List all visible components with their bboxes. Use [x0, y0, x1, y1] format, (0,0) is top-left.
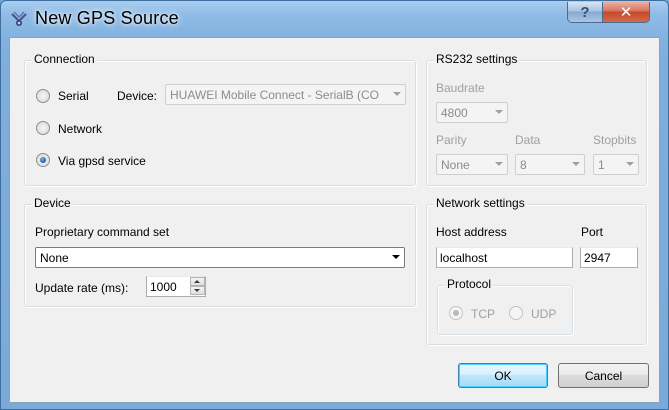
spin-up-icon[interactable]: [190, 277, 205, 286]
chevron-down-icon: [392, 255, 400, 259]
parity-select[interactable]: None: [436, 154, 508, 175]
connection-group-title: Connection: [32, 52, 97, 66]
spin-down-icon[interactable]: [190, 286, 205, 295]
chevron-down-icon: [572, 162, 580, 166]
update-rate-value: 1000: [150, 280, 177, 294]
port-value: 2947: [584, 251, 611, 265]
dialog-window: New GPS Source ? ✕ Connection Serial Dev…: [0, 0, 669, 410]
tcp-radio[interactable]: [449, 306, 463, 320]
serial-radio[interactable]: [36, 89, 50, 103]
device-select-value: HUAWEI Mobile Connect - SerialB (CO: [170, 88, 379, 102]
ok-button-label: OK: [494, 368, 512, 383]
chevron-down-icon: [495, 110, 503, 114]
gpsd-label[interactable]: Via gpsd service: [58, 154, 146, 168]
network-label[interactable]: Network: [58, 122, 102, 136]
baudrate-value: 4800: [441, 106, 468, 120]
chevron-down-icon: [495, 162, 503, 166]
device-group-title: Device: [32, 196, 73, 210]
tcp-label[interactable]: TCP: [471, 307, 495, 321]
close-button[interactable]: ✕: [602, 2, 650, 23]
network-group-title: Network settings: [434, 196, 527, 210]
proprietary-select[interactable]: None: [35, 247, 405, 268]
proprietary-value: None: [40, 251, 69, 265]
port-input[interactable]: 2947: [580, 247, 638, 268]
stopbits-select[interactable]: 1: [593, 154, 639, 175]
serial-label[interactable]: Serial: [58, 89, 89, 103]
update-rate-label: Update rate (ms):: [35, 281, 129, 295]
dialog-body: Connection Serial Device: HUAWEI Mobile …: [9, 37, 660, 403]
baudrate-select[interactable]: 4800: [436, 102, 508, 123]
data-label: Data: [515, 133, 541, 147]
gps-satellite-icon: [11, 11, 27, 26]
rs232-group-title: RS232 settings: [434, 52, 520, 66]
udp-label[interactable]: UDP: [531, 307, 556, 321]
cancel-button[interactable]: Cancel: [558, 363, 649, 388]
parity-label: Parity: [436, 133, 467, 147]
help-button[interactable]: ?: [567, 2, 603, 23]
data-value: 8: [520, 158, 527, 172]
network-radio[interactable]: [36, 121, 50, 135]
host-input[interactable]: localhost: [436, 247, 573, 268]
chevron-down-icon: [626, 162, 634, 166]
parity-value: None: [441, 158, 470, 172]
stopbits-value: 1: [598, 158, 605, 172]
gpsd-radio[interactable]: [36, 153, 50, 167]
close-icon: ✕: [619, 4, 633, 21]
host-value: localhost: [440, 251, 488, 265]
title-bar[interactable]: New GPS Source ? ✕: [1, 1, 668, 37]
stopbits-label: Stopbits: [593, 133, 637, 147]
baudrate-label: Baudrate: [436, 81, 485, 95]
udp-radio[interactable]: [509, 306, 523, 320]
device-label: Device:: [117, 89, 158, 103]
port-label: Port: [581, 225, 604, 239]
device-select[interactable]: HUAWEI Mobile Connect - SerialB (CO: [165, 84, 406, 105]
cancel-button-label: Cancel: [584, 368, 623, 383]
data-select[interactable]: 8: [515, 154, 585, 175]
host-label: Host address: [436, 225, 507, 239]
proprietary-label: Proprietary command set: [35, 225, 170, 239]
chevron-down-icon: [393, 92, 401, 96]
window-title: New GPS Source: [35, 8, 179, 28]
protocol-group-title: Protocol: [445, 277, 494, 291]
ok-button[interactable]: OK: [458, 363, 548, 388]
help-icon: ?: [580, 3, 590, 21]
